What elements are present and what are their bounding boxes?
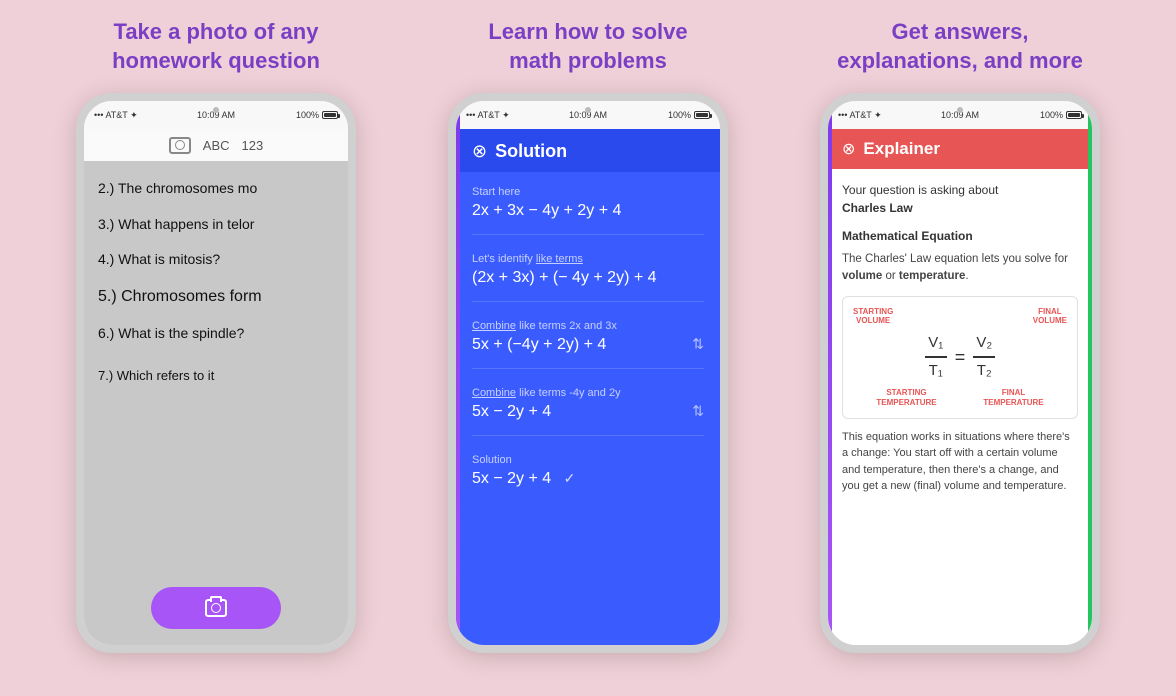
diagram-equation: V₁ T₁ = V₂ T₂: [925, 332, 996, 383]
fraction-1: V₁ T₁: [925, 332, 947, 383]
solution-step-5: Solution 5x − 2y + 4 ✓: [472, 454, 704, 502]
t2-den: T₂: [977, 360, 992, 383]
explainer-footer-text: This equation works in situations where …: [842, 429, 1078, 495]
question-3: 4.) What is mitosis?: [98, 242, 334, 278]
status-bar-3: ••• AT&T ✦ 10:09 AM 100%: [828, 101, 1092, 129]
panel-1: Take a photo of anyhomework question •••…: [41, 18, 391, 653]
step-4-expand-icon[interactable]: ⇅: [692, 403, 704, 420]
step-1-expr: 2x + 3x − 4y + 2y + 4: [472, 202, 704, 220]
status-bar-2: ••• AT&T ✦ 10:09 AM 100%: [456, 101, 720, 129]
v2-num: V₂: [976, 332, 992, 355]
step-3-label: Combine like terms 2x and 3x: [472, 320, 704, 332]
fraction-2: V₂ T₂: [973, 332, 995, 383]
accent-right-green: [1088, 129, 1092, 645]
charles-law-bold: Charles Law: [842, 201, 913, 215]
explainer-header: ⊗ Explainer: [828, 129, 1092, 169]
solution-title: Solution: [495, 141, 567, 162]
camera-dot-3: [957, 107, 963, 113]
equation-description: The Charles' Law equation lets you solve…: [842, 251, 1078, 286]
accent-left: [456, 129, 460, 645]
panel-1-title: Take a photo of anyhomework question: [112, 18, 320, 75]
v1-num: V₁: [928, 332, 943, 355]
question-5: 6.) What is the spindle?: [98, 316, 334, 352]
camera-screen: ABC 123 2.) The chromosomes mo 3.) What …: [84, 129, 348, 645]
camera-text-items: 2.) The chromosomes mo 3.) What happens …: [84, 161, 348, 362]
t1-den: T₁: [929, 360, 943, 383]
camera-abc-label: ABC: [203, 138, 230, 153]
solution-step-1: Start here 2x + 3x − 4y + 2y + 4: [472, 186, 704, 235]
step-2-expr: (2x + 3x) + (− 4y + 2y) + 4: [472, 269, 704, 287]
camera-dot-1: [213, 107, 219, 113]
capture-icon: [205, 599, 227, 617]
panel-3: Get answers,explanations, and more ••• A…: [785, 18, 1135, 653]
fraction-line-2: [973, 356, 995, 358]
main-container: Take a photo of anyhomework question •••…: [0, 0, 1176, 696]
solution-logo-icon: ⊗: [472, 141, 487, 162]
temperature-bold: temperature: [899, 270, 965, 282]
explainer-logo-icon: ⊗: [842, 139, 855, 159]
explainer-screen: ⊗ Explainer Your question is asking abou…: [828, 129, 1092, 645]
solution-body: Start here 2x + 3x − 4y + 2y + 4 Let's i…: [456, 172, 720, 645]
question-1: 2.) The chromosomes mo: [98, 171, 334, 207]
final-temp-label: FINALTEMPERATURE: [983, 388, 1043, 407]
camera-top-bar: ABC 123: [84, 129, 348, 161]
panel-3-title: Get answers,explanations, and more: [837, 18, 1083, 75]
equals-sign: =: [955, 344, 966, 371]
step-3-expand-icon[interactable]: ⇅: [692, 336, 704, 353]
mathematical-equation-title: Mathematical Equation: [842, 227, 1078, 245]
solution-step-4: Combine like terms -4y and 2y 5x − 2y + …: [472, 387, 704, 436]
phone-2: ••• AT&T ✦ 10:09 AM 100% ⊗ Solution Star…: [448, 93, 728, 653]
step-4-label: Combine like terms -4y and 2y: [472, 387, 704, 399]
camera-icon: [169, 137, 191, 154]
phone-3: ••• AT&T ✦ 10:09 AM 100% ⊗ Explainer You…: [820, 93, 1100, 653]
final-volume-label: FINALVOLUME: [1033, 307, 1067, 326]
solution-step-2: Let's identify like terms (2x + 3x) + (−…: [472, 253, 704, 302]
accent-left-3: [828, 129, 832, 645]
status-carrier-2: ••• AT&T ✦: [466, 110, 510, 121]
status-carrier-3: ••• AT&T ✦: [838, 110, 882, 121]
explainer-title: Explainer: [863, 139, 940, 159]
camera-dot-2: [585, 107, 591, 113]
question-4: 5.) Chromosomes form: [98, 278, 334, 316]
status-bar-1: ••• AT&T ✦ 10:09 AM 100%: [84, 101, 348, 129]
step-5-expr: 5x − 2y + 4 ✓: [472, 470, 704, 488]
phone-1: ••• AT&T ✦ 10:09 AM 100% ABC 123 2.) The…: [76, 93, 356, 653]
solution-screen: ⊗ Solution Start here 2x + 3x − 4y + 2y …: [456, 129, 720, 645]
panel-2: Learn how to solvemath problems ••• AT&T…: [413, 18, 763, 653]
camera-123-label: 123: [242, 138, 264, 153]
volume-bold: volume: [842, 270, 882, 282]
step-1-label: Start here: [472, 186, 704, 198]
status-battery-1: 100%: [296, 110, 338, 120]
status-battery-3: 100%: [1040, 110, 1082, 120]
solution-step-3: Combine like terms 2x and 3x 5x + (−4y +…: [472, 320, 704, 369]
diagram-bottom-labels: STARTINGTEMPERATURE FINALTEMPERATURE: [853, 388, 1067, 407]
step-2-label: Let's identify like terms: [472, 253, 704, 265]
status-battery-2: 100%: [668, 110, 710, 120]
status-carrier-1: ••• AT&T ✦: [94, 110, 138, 121]
diagram-top-labels: STARTINGVOLUME FINALVOLUME: [853, 307, 1067, 326]
starting-volume-label: STARTINGVOLUME: [853, 307, 893, 326]
solution-header: ⊗ Solution: [456, 129, 720, 172]
fraction-line-1: [925, 356, 947, 358]
camera-bottom: [84, 587, 348, 629]
question-2: 3.) What happens in telor: [98, 207, 334, 243]
starting-temp-label: STARTINGTEMPERATURE: [876, 388, 936, 407]
capture-button[interactable]: [151, 587, 281, 629]
check-icon: ✓: [564, 470, 576, 486]
question-6: 7.) Which refers to it: [84, 362, 348, 389]
step-5-label: Solution: [472, 454, 704, 466]
charles-law-diagram: STARTINGVOLUME FINALVOLUME V₁ T₁ = V: [842, 296, 1078, 419]
step-4-expr: 5x − 2y + 4: [472, 403, 704, 421]
panel-2-title: Learn how to solvemath problems: [488, 18, 687, 75]
step-3-expr: 5x + (−4y + 2y) + 4: [472, 336, 704, 354]
explainer-body: Your question is asking aboutCharles Law…: [828, 169, 1092, 645]
explainer-intro: Your question is asking aboutCharles Law: [842, 181, 1078, 217]
